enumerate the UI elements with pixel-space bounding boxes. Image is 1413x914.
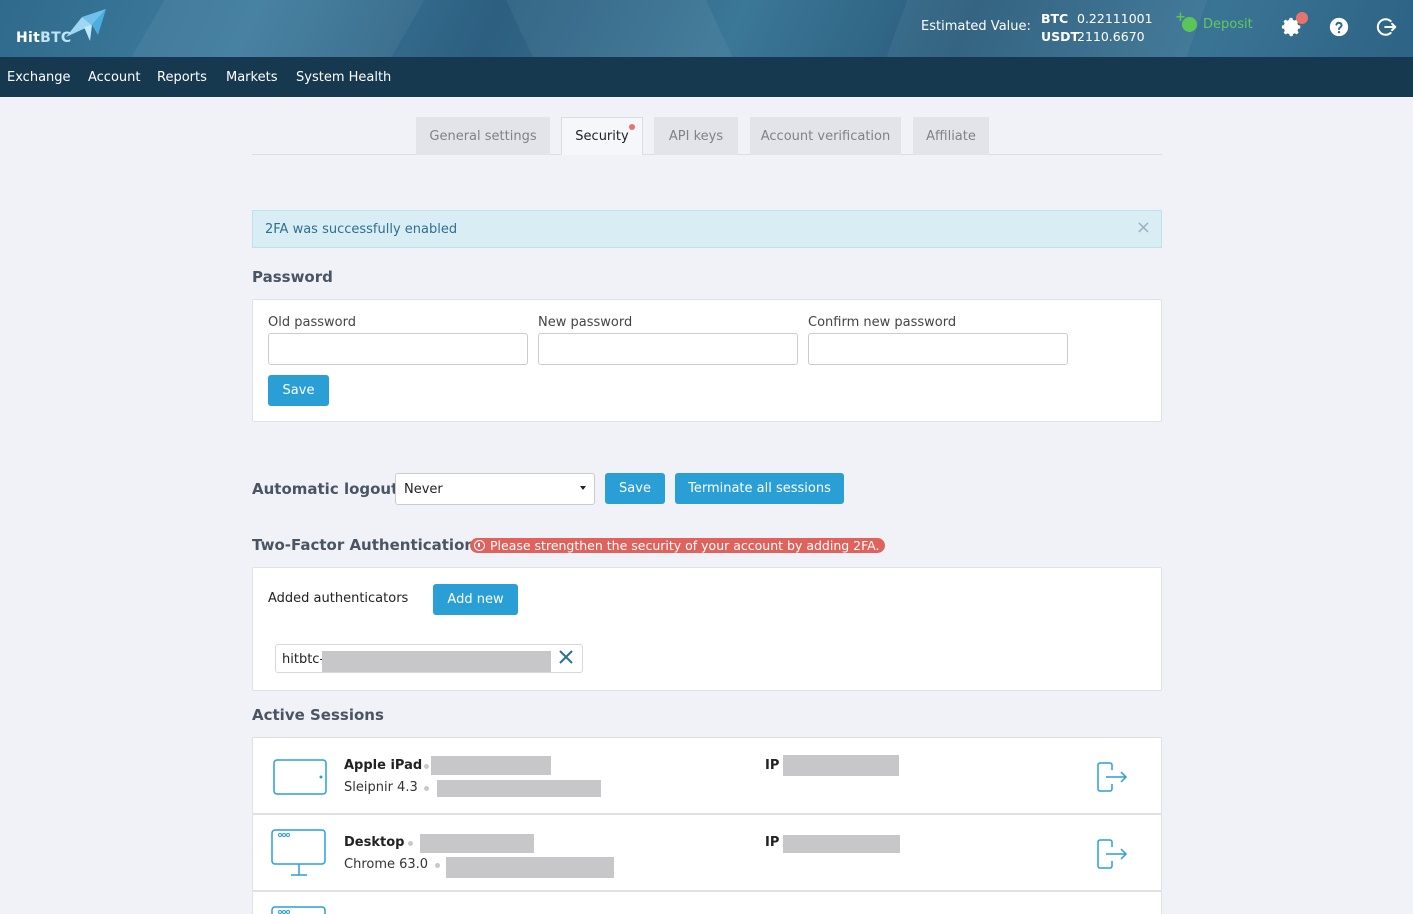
top-bar: HitBTC Estimated Value: BTC 0.22111001 US… bbox=[0, 0, 1413, 57]
help-icon[interactable] bbox=[1328, 16, 1350, 38]
session-ip-label: IP bbox=[765, 835, 780, 850]
twofa-warning-badge: Please strengthen the security of your a… bbox=[470, 538, 886, 553]
old-password-label: Old password bbox=[268, 315, 356, 330]
separator-dot bbox=[424, 764, 429, 769]
twofa-warning-text: Please strengthen the security of your a… bbox=[490, 538, 880, 553]
tab-account-verification[interactable]: Account verification bbox=[750, 117, 901, 155]
logout-icon[interactable] bbox=[1376, 16, 1398, 38]
logo-text-hit: Hit bbox=[16, 30, 41, 46]
end-session-icon[interactable] bbox=[1096, 839, 1128, 869]
separator-dot bbox=[408, 841, 413, 846]
tab-security[interactable]: Security bbox=[561, 117, 643, 155]
redacted-block bbox=[420, 834, 534, 853]
success-alert: 2FA was successfully enabled × bbox=[252, 210, 1162, 248]
added-authenticators-label: Added authenticators bbox=[268, 591, 409, 606]
confirm-password-label: Confirm new password bbox=[808, 315, 957, 330]
authenticator-chip: hitbtc- bbox=[275, 644, 583, 673]
nav-account[interactable]: Account bbox=[88, 70, 141, 85]
session-browser: Sleipnir 4.3 bbox=[344, 780, 418, 795]
logo-text-btc: BTC bbox=[40, 30, 72, 46]
redacted-block bbox=[437, 780, 601, 797]
warning-icon bbox=[474, 540, 485, 551]
tab-affiliate[interactable]: Affiliate bbox=[913, 117, 989, 155]
session-row bbox=[252, 891, 1162, 914]
alert-text: 2FA was successfully enabled bbox=[265, 222, 458, 237]
automatic-logout-value: Never bbox=[404, 482, 443, 497]
authenticator-name: hitbtc- bbox=[282, 652, 325, 667]
add-authenticator-button[interactable]: Add new bbox=[433, 584, 518, 615]
confirm-password-input[interactable] bbox=[808, 333, 1068, 365]
redacted-block bbox=[783, 755, 899, 776]
balance-usdt: USDT2110.6670 bbox=[1041, 29, 1145, 44]
automatic-logout-label: Automatic logout bbox=[252, 480, 399, 498]
settings-tabs: General settings Security API keys Accou… bbox=[252, 117, 1162, 155]
balance-amount: 2110.6670 bbox=[1077, 29, 1145, 44]
nav-system-health[interactable]: System Health bbox=[296, 70, 391, 85]
balance-btc: BTC 0.22111001 bbox=[1041, 11, 1153, 26]
balance-currency: BTC bbox=[1041, 11, 1069, 26]
nav-markets[interactable]: Markets bbox=[226, 70, 277, 85]
header-background-facet bbox=[501, 0, 739, 57]
tablet-icon bbox=[273, 759, 327, 795]
session-device: Apple iPad bbox=[344, 758, 423, 773]
end-session-icon[interactable] bbox=[1096, 762, 1128, 792]
remove-authenticator-icon[interactable] bbox=[558, 649, 574, 665]
tab-notification-dot bbox=[629, 124, 635, 130]
separator-dot bbox=[435, 863, 440, 868]
automatic-logout-select[interactable]: Never bbox=[395, 473, 595, 505]
session-ip-label: IP bbox=[765, 758, 780, 773]
notification-badge bbox=[1296, 12, 1308, 24]
session-browser: Chrome 63.0 bbox=[344, 857, 429, 872]
main-nav: Exchange Account Reports Markets System … bbox=[0, 57, 1413, 97]
estimated-value-label: Estimated Value: bbox=[921, 19, 1031, 34]
new-password-label: New password bbox=[538, 315, 633, 330]
monitor-icon bbox=[271, 906, 326, 914]
two-factor-title: Two-Factor Authentication bbox=[252, 536, 476, 554]
password-section-title: Password bbox=[252, 268, 333, 286]
redacted-block bbox=[431, 756, 551, 775]
nav-exchange[interactable]: Exchange bbox=[7, 70, 71, 85]
new-password-input[interactable] bbox=[538, 333, 798, 365]
redacted-block bbox=[322, 651, 551, 672]
active-sessions-title: Active Sessions bbox=[252, 706, 384, 724]
password-card: Old password New password Confirm new pa… bbox=[252, 299, 1162, 422]
deposit-plus-icon bbox=[1175, 10, 1197, 32]
deposit-label: Deposit bbox=[1203, 17, 1253, 32]
monitor-icon bbox=[271, 829, 326, 876]
save-logout-button[interactable]: Save bbox=[605, 473, 665, 504]
session-device: Desktop bbox=[344, 835, 405, 850]
chevron-down-icon bbox=[580, 486, 586, 490]
header-background-facet bbox=[124, 0, 436, 57]
tab-security-label: Security bbox=[575, 128, 629, 144]
terminate-sessions-button[interactable]: Terminate all sessions bbox=[675, 473, 844, 504]
logo[interactable]: HitBTC bbox=[16, 30, 72, 46]
session-row: Desktop Chrome 63.0 IP bbox=[252, 814, 1162, 891]
separator-dot bbox=[424, 786, 429, 791]
close-icon[interactable]: × bbox=[1136, 217, 1151, 238]
redacted-block bbox=[446, 857, 614, 878]
deposit-button[interactable]: Deposit bbox=[1175, 10, 1253, 32]
old-password-input[interactable] bbox=[268, 333, 528, 365]
nav-reports[interactable]: Reports bbox=[157, 70, 207, 85]
tab-api-keys[interactable]: API keys bbox=[654, 117, 738, 155]
save-password-button[interactable]: Save bbox=[268, 375, 329, 406]
balance-currency: USDT bbox=[1041, 29, 1080, 44]
session-row: Apple iPad Sleipnir 4.3 IP bbox=[252, 737, 1162, 814]
redacted-block bbox=[783, 835, 900, 853]
balance-amount: 0.22111001 bbox=[1077, 11, 1153, 26]
tab-general-settings[interactable]: General settings bbox=[416, 117, 550, 155]
